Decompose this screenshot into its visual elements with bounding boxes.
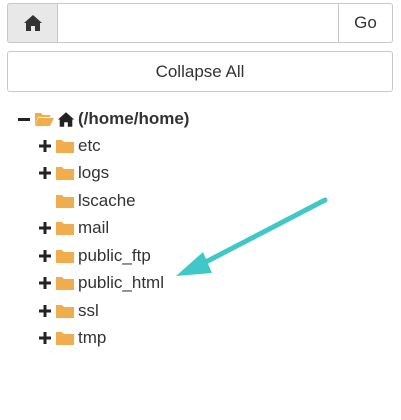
- annotation-arrow-icon: [176, 197, 328, 276]
